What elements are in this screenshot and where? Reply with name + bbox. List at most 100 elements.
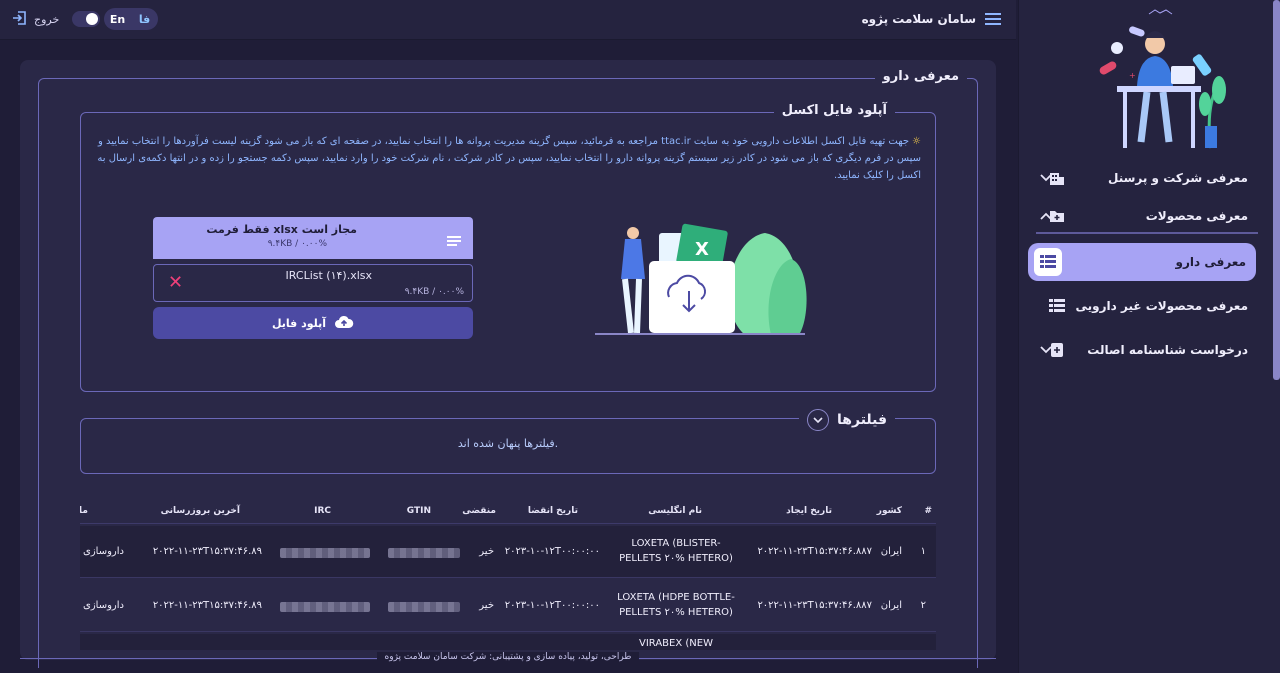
col-header-expired[interactable]: منقضی: [462, 506, 496, 516]
sidebar: + معرفی شرکت و پرسنل معرفی محصولات معرفی…: [1018, 0, 1280, 673]
cell-country: ایران: [880, 600, 902, 611]
footer-credit: طراحی، تولید، پیاده سازی و پشتیبانی: شرک…: [376, 652, 640, 662]
col-header-english-name[interactable]: نام انگلیسی: [648, 506, 702, 516]
chevron-down-icon[interactable]: [1038, 342, 1054, 358]
section-title: آپلود فایل اکسل: [773, 103, 895, 118]
chevron-up-icon[interactable]: [1038, 208, 1054, 224]
cell-english-name: LOXETA (HDPE BOTTLE- PELLETS ۲۰% HETERO): [616, 590, 736, 620]
footer-text: طراحی، تولید، پیاده سازی و پشتیبانی: شرک…: [20, 652, 996, 662]
svg-text:X: X: [695, 239, 709, 260]
col-header-expiry[interactable]: تاریخ انقضا: [528, 506, 578, 516]
sidebar-item-non-drug-products[interactable]: معرفی محصولات غیر دارویی: [1038, 288, 1258, 324]
language-switch[interactable]: En فا: [104, 8, 158, 30]
cell-expired: خیر: [479, 600, 494, 611]
sidebar-item-label: معرفی محصولات: [1145, 209, 1248, 223]
excel-upload-section: آپلود فایل اکسل ☼جهت تهیه فایل اکسل اطلا…: [80, 103, 936, 392]
sidebar-item-company-staff[interactable]: معرفی شرکت و پرسنل: [1038, 160, 1258, 196]
drug-table: # کشور تاریخ ایجاد نام انگلیسی تاریخ انق…: [80, 500, 936, 650]
filters-section: فیلترها فیلترها پنهان شده اند.: [80, 409, 936, 474]
menu-lines-icon: [447, 231, 461, 250]
sidebar-item-label: معرفی محصولات غیر دارویی: [1075, 299, 1248, 313]
lang-fa-option[interactable]: فا: [131, 13, 158, 26]
col-header-last-update[interactable]: آخرین بروزرسانی: [161, 506, 240, 516]
filters-legend: فیلترها: [799, 409, 895, 431]
upload-illustration: X: [595, 223, 807, 335]
cell-index: ۲: [920, 600, 926, 611]
logout-icon: [12, 10, 28, 29]
toggle-knob: [86, 13, 98, 25]
sidebar-item-label: درخواست شناسنامه اصالت: [1087, 343, 1248, 357]
logout-button[interactable]: خروج: [12, 10, 59, 29]
cell-expiry: ۲۰۲۳-۱۰-۱۲T۰۰:۰۰:۰۰: [504, 600, 600, 611]
cell-cat: داروسازی: [83, 546, 124, 557]
sidebar-scrollbar[interactable]: [1273, 0, 1280, 380]
english-line-1: LOXETA (BLISTER-: [631, 538, 721, 549]
cell-expiry: ۲۰۲۳-۱۰-۱۲T۰۰:۰۰:۰۰: [504, 546, 600, 557]
cell-expired: خیر: [479, 546, 494, 557]
logout-label: خروج: [34, 13, 60, 26]
filters-hidden-message: فیلترها پنهان شده اند.: [457, 437, 559, 450]
sidebar-item-authenticity-request[interactable]: درخواست شناسنامه اصالت: [1038, 332, 1258, 368]
cell-english-name: VIRABEX (NEW: [616, 636, 736, 650]
english-line-1: VIRABEX (NEW: [639, 638, 713, 649]
page-title: معرفی دارو: [874, 69, 967, 84]
sidebar-item-label: معرفی دارو: [1175, 255, 1246, 269]
table-list-icon: [1034, 248, 1062, 276]
filters-title: فیلترها: [837, 412, 887, 428]
upload-instructions: ☼جهت تهیه فایل اکسل اطلاعات دارویی خود ب…: [93, 133, 921, 184]
brand: سامان سلامت پژوه: [862, 10, 1002, 28]
format-hint: فقط فرمت xlsx مجاز است: [206, 223, 357, 236]
brand-title: سامان سلامت پژوه: [861, 12, 976, 26]
file-name: IRCList (۱۴).xlsx: [285, 269, 372, 282]
redacted-gtin: [388, 548, 460, 558]
footer: طراحی، تولید، پیاده سازی و پشتیبانی: شرک…: [20, 650, 996, 666]
col-header-gtin[interactable]: GTIN: [407, 506, 431, 516]
lang-en-option[interactable]: En: [104, 13, 131, 26]
table-header: # کشور تاریخ ایجاد نام انگلیسی تاریخ انق…: [80, 500, 936, 524]
sidebar-item-products[interactable]: معرفی محصولات: [1038, 198, 1258, 234]
col-header-index[interactable]: #: [924, 506, 932, 516]
cell-index: ۱: [920, 546, 926, 557]
file-size: ۹.۴KB / ۰.۰۰%: [404, 287, 464, 297]
redacted-gtin: [388, 602, 460, 612]
english-line-2: PELLETS ۲۰% HETERO): [619, 607, 733, 618]
col-header-irc[interactable]: IRC: [314, 506, 331, 516]
col-header-country[interactable]: کشور: [877, 506, 902, 516]
table-list-icon: [1048, 297, 1066, 315]
table-row[interactable]: ۱ ایران ۲۰۲۲-۱۱-۲۳T۱۵:۳۷:۴۶.۸۸۷ LOXETA (…: [80, 526, 936, 578]
hamburger-menu-icon[interactable]: [984, 10, 1002, 28]
cell-created: ۲۰۲۲-۱۱-۲۳T۱۵:۳۷:۴۶.۸۸۷: [757, 600, 872, 611]
nav-divider: [1036, 232, 1258, 234]
cell-last-update: ۲۰۲۲-۱۱-۲۳T۱۵:۳۷:۴۶.۸۹: [152, 546, 262, 557]
cell-last-update: ۲۰۲۲-۱۱-۲۳T۱۵:۳۷:۴۶.۸۹: [152, 600, 262, 611]
theme-toggle[interactable]: [72, 11, 100, 27]
lightbulb-icon: ☼: [912, 136, 921, 147]
chevron-down-icon[interactable]: [1038, 170, 1054, 186]
table-row[interactable]: ۲ ایران ۲۰۲۲-۱۱-۲۳T۱۵:۳۷:۴۶.۸۸۷ LOXETA (…: [80, 580, 936, 632]
upload-progress-hint: ۹.۴KB / ۰.۰۰%: [267, 239, 327, 249]
redacted-irc: [280, 548, 370, 558]
upload-file-button[interactable]: آپلود فایل: [153, 307, 473, 339]
top-header: سامان سلامت پژوه En فا خروج: [0, 0, 1016, 40]
chevron-down-circle-icon[interactable]: [807, 409, 830, 431]
col-header-created[interactable]: تاریخ ایجاد: [786, 506, 832, 516]
table-row[interactable]: VIRABEX (NEW: [80, 634, 936, 650]
cell-country: ایران: [880, 546, 902, 557]
cloud-upload-icon: [334, 315, 354, 332]
english-line-1: LOXETA (HDPE BOTTLE-: [617, 592, 735, 603]
upload-button-label: آپلود فایل: [271, 316, 327, 330]
instructions-text: جهت تهیه فایل اکسل اطلاعات دارویی خود به…: [97, 136, 921, 181]
english-line-2: PELLETS ۲۰% HETERO): [619, 553, 733, 564]
main-panel: معرفی دارو آپلود فایل اکسل ☼جهت تهیه فای…: [20, 60, 996, 668]
selected-file: IRCList (۱۴).xlsx ۹.۴KB / ۰.۰۰% ✕: [153, 264, 473, 302]
cell-created: ۲۰۲۲-۱۱-۲۳T۱۵:۳۷:۴۶.۸۸۷: [757, 546, 872, 557]
col-header-cat[interactable]: ما: [80, 506, 88, 516]
cell-english-name: LOXETA (BLISTER- PELLETS ۲۰% HETERO): [616, 536, 736, 566]
sidebar-item-drug-intro[interactable]: معرفی دارو: [1028, 243, 1256, 281]
svg-text:+: +: [1129, 71, 1136, 80]
redacted-irc: [280, 602, 370, 612]
remove-file-icon[interactable]: ✕: [168, 274, 183, 292]
upload-dropzone-header[interactable]: فقط فرمت xlsx مجاز است ۹.۴KB / ۰.۰۰%: [153, 217, 473, 259]
sidebar-item-label: معرفی شرکت و پرسنل: [1108, 171, 1248, 185]
cell-cat: داروسازی: [83, 600, 124, 611]
